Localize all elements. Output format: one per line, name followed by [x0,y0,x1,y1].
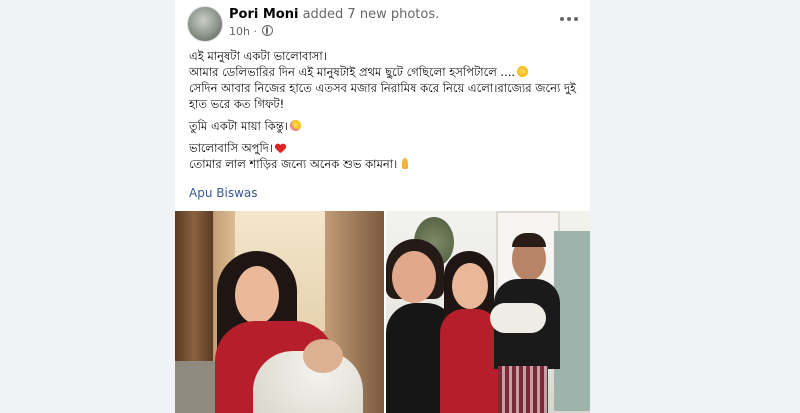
more-options-icon[interactable] [559,13,579,25]
post-card: Pori Moni added 7 new photos. 10h · এই ম… [175,0,590,413]
cushion [175,361,215,413]
post-action: added 7 new photos. [302,7,440,22]
post-line: আমার ডেলিভারির দিন এই মানুষটাই প্রথম ছুট… [189,65,516,79]
woman-face [235,266,279,324]
post-timestamp[interactable]: 10h [229,25,250,38]
author-name[interactable]: Pori Moni [229,7,298,22]
post-paragraph-2: তুমি একটা মায়া কিন্তু। [189,118,581,134]
folded-hands-icon [399,158,411,169]
post-author-line: Pori Moni added 7 new photos. [229,7,439,22]
post-meta: 10h · [229,25,274,38]
photo-grid [175,211,590,413]
post-line: ভালোবাসি অপুদি। [189,141,273,155]
baby [490,303,546,333]
post-line-with-emoji: আমার ডেলিভারির দিন এই মানুষটাই প্রথম ছুট… [189,64,581,80]
kissing-face-icon [289,120,301,131]
author-avatar[interactable] [187,6,223,42]
man-pants [498,366,548,413]
red-heart-icon [275,144,285,153]
post-line-with-emoji: ভালোবাসি অপুদি। [189,140,581,156]
post-paragraph-1: এই মানুষটা একটা ভালোবাসা। আমার ডেলিভারির… [189,48,581,112]
woman2-face [452,263,488,309]
post-header: Pori Moni added 7 new photos. 10h · [187,6,583,42]
post-line: তুমি একটা মায়া কিন্তু। [189,119,288,133]
post-paragraph-3: ভালোবাসি অপুদি। তোমার লাল শাড়ির জন্যে অ… [189,140,581,172]
post-line-with-emoji: তোমার লাল শাড়ির জন্যে অনেক শুভ কামনা। [189,156,581,172]
photo-2[interactable] [386,211,590,413]
photo-1[interactable] [175,211,384,413]
tagged-person-link[interactable]: Apu Biswas [189,186,257,200]
post-line: সেদিন আবার নিজের হাতে এতসব মজার নিরামিষ … [189,81,576,111]
post-text: এই মানুষটা একটা ভালোবাসা। আমার ডেলিভারির… [189,48,581,178]
woman1-face [392,251,436,303]
post-line: এই মানুষটা একটা ভালোবাসা। [189,49,327,63]
globe-icon [262,25,274,36]
baby-head [303,339,343,373]
post-line: তোমার লাল শাড়ির জন্যে অনেক শুভ কামনা। [189,157,398,171]
flushed-face-icon [517,66,529,77]
